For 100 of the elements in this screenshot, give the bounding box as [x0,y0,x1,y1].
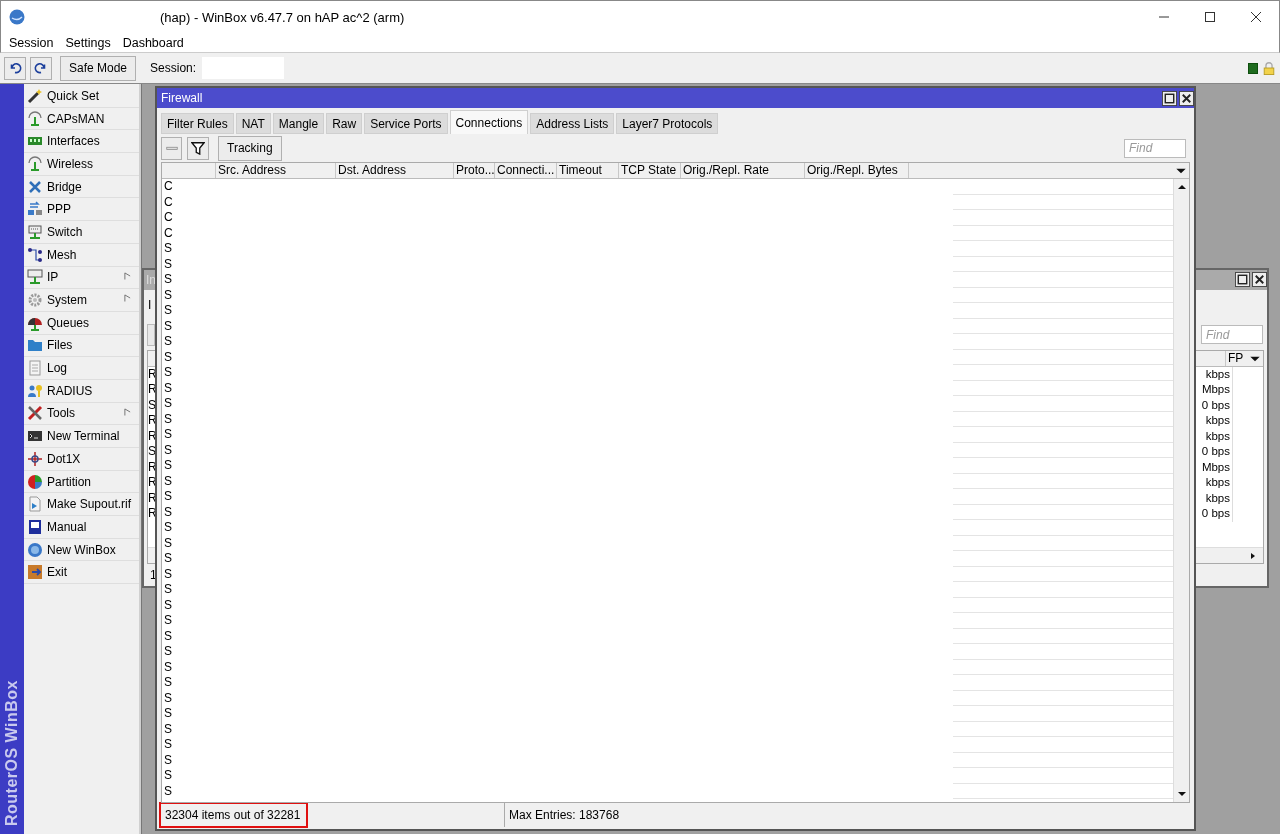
find-field[interactable]: Find [1201,325,1263,345]
column-header[interactable]: Proto... [454,163,495,178]
table-cell: S [164,241,172,255]
column-header[interactable]: Src. Address [216,163,336,178]
redo-icon [34,61,48,75]
table-cell: S [164,613,172,627]
tab[interactable]: Mangle [272,113,325,134]
gear-icon [27,292,43,309]
network-icon [27,269,43,286]
sidebar-item[interactable]: Tools [24,402,139,426]
close-button[interactable] [1179,90,1194,106]
safe-mode-button[interactable]: Safe Mode [60,55,137,81]
table-cell: S [164,535,172,550]
sidebar-item[interactable]: Mesh [24,243,139,267]
table-cell: S [164,489,172,503]
sidebar-item[interactable]: Log [24,357,139,380]
table-cell: Mbps [1201,383,1230,396]
table-cell: S [164,411,172,426]
redo-button[interactable] [30,56,52,80]
find-field[interactable]: Find [1124,138,1186,158]
nodes-icon [27,246,43,263]
table-cell: S [164,396,172,410]
menu-item[interactable]: Settings [61,35,115,50]
status-text: Max Entries: 183768 [509,808,620,822]
sidebar-item[interactable]: Queues [24,311,139,335]
sidebar-item[interactable]: Quick Set [24,85,139,108]
pie-chart-icon [27,473,43,490]
menu-item[interactable]: Dashboard [118,35,188,50]
table-cell: kbps [1205,414,1230,427]
table-cell: S [164,504,172,519]
column-header[interactable]: TCP State [619,163,681,178]
table-cell: S [164,768,172,782]
sidebar-item[interactable]: Interfaces [24,130,139,154]
table-cell: S [164,582,172,596]
table-cell: S [164,256,172,271]
table-cell: C [164,194,173,209]
sidebar-item[interactable]: Manual [24,516,139,539]
table-cell: S [164,520,172,534]
sidebar-item[interactable]: Wireless [24,153,139,176]
column-header[interactable]: Connecti... [495,163,557,178]
sidebar-item[interactable]: Bridge [24,175,139,199]
menu-item[interactable]: Session [5,35,58,50]
table-cell: S [164,783,172,798]
close-icon [1248,9,1264,25]
scrollbar[interactable] [1173,179,1189,802]
sidebar-item[interactable]: Exit [24,561,139,585]
table-cell: S [164,706,172,720]
table-cell: S [164,597,172,612]
sidebar-item[interactable]: Dot1X [24,448,139,471]
table-cell: S [164,628,172,643]
table-cell: S [164,566,172,581]
sidebar-item[interactable]: CAPsMAN [24,107,139,131]
sidebar-item[interactable]: Switch [24,221,139,244]
book-icon [27,518,43,535]
tab[interactable]: Raw [326,113,363,134]
table-cell: S [164,551,172,565]
sidebar-item[interactable]: New Terminal [24,425,139,448]
sidebar-item[interactable]: New WinBox [24,538,139,562]
table-cell: S [148,444,156,460]
sidebar-item[interactable]: RADIUS [24,379,139,403]
table-cell: S [164,737,172,751]
tab[interactable]: Connections [449,110,529,134]
tab[interactable]: NAT [235,113,271,134]
table-cell: C [164,179,173,193]
tracking-button[interactable]: Tracking [218,135,282,161]
table-cell: 0 bps [1201,398,1230,411]
column-header[interactable]: Dst. Address [336,163,454,178]
sidebar-item[interactable]: IP [24,266,139,290]
table-cell: S [164,458,172,472]
document-icon [27,360,43,377]
table-cell: S [164,442,172,457]
filter-button[interactable] [187,136,209,160]
table-cell: S [164,473,172,488]
antenna-icon [27,110,43,127]
table-cell: S [164,334,172,348]
sidebar-item[interactable]: System [24,289,139,312]
table-cell: kbps [1205,367,1230,380]
column-header[interactable]: Timeout [557,163,619,178]
column-header[interactable]: Orig./Repl. Rate [681,163,805,178]
tab[interactable]: Service Ports [364,113,448,134]
table-cell: S [164,659,172,674]
sidebar-item[interactable]: Files [24,334,139,358]
sidebar-item[interactable]: PPP [24,198,139,222]
table-cell: S [164,644,172,658]
restore-button[interactable] [1162,90,1177,106]
tab[interactable]: Filter Rules [161,113,234,134]
undo-button[interactable] [4,56,26,80]
table-cell: C [164,225,173,240]
connector-icon [27,201,43,218]
table-cell: S [164,721,172,736]
column-header[interactable]: Orig./Repl. Bytes [805,163,909,178]
table-cell: kbps [1205,476,1230,489]
tab[interactable]: Address Lists [530,113,615,134]
user-key-icon [27,382,43,399]
tab[interactable]: Layer7 Protocols [616,113,719,134]
tab[interactable]: I [148,297,152,312]
sidebar-item[interactable]: Make Supout.rif [24,493,139,517]
table-cell: S [164,272,172,286]
sidebar-item[interactable]: Partition [24,470,139,494]
status-indicator [1248,62,1258,74]
